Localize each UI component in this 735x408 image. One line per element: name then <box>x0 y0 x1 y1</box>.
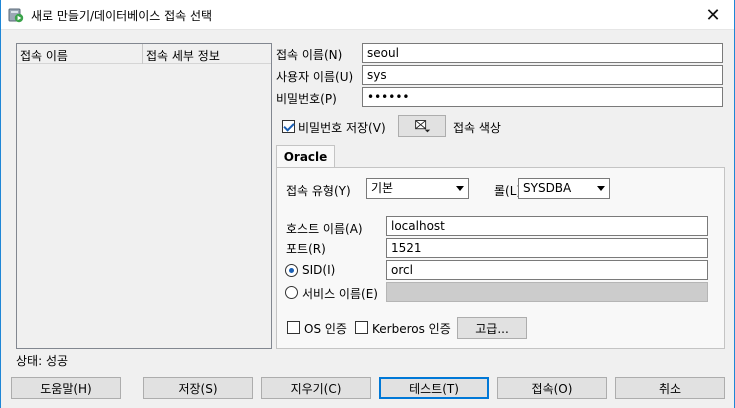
close-button[interactable]: ✕ <box>691 0 735 30</box>
username-input[interactable]: sys <box>362 65 723 85</box>
password-label: 비밀번호(P) <box>276 92 337 106</box>
sid-radio[interactable] <box>285 264 298 277</box>
username-label: 사용자 이름(U) <box>276 70 354 84</box>
port-label: 포트(R) <box>286 242 326 256</box>
connection-color-label: 접속 색상 <box>453 121 501 135</box>
connection-type-label: 접속 유형(Y) <box>286 184 351 198</box>
connection-type-select[interactable]: 기본 <box>366 178 469 199</box>
list-header: 접속 이름 접속 세부 정보 <box>17 44 271 64</box>
save-password-label: 비밀번호 저장(V) <box>298 121 386 135</box>
hostname-label: 호스트 이름(A) <box>286 222 363 236</box>
password-input[interactable]: •••••• <box>362 87 723 107</box>
clear-button[interactable]: 지우기(C) <box>261 377 371 399</box>
service-name-label: 서비스 이름(E) <box>302 287 378 301</box>
connection-type-value: 기본 <box>371 181 394 195</box>
connection-name-input[interactable]: seoul <box>362 43 723 63</box>
window-border-left <box>0 0 1 408</box>
chevron-down-icon <box>597 186 605 191</box>
test-button[interactable]: 테스트(T) <box>379 377 489 399</box>
save-password-checkbox[interactable] <box>282 120 295 133</box>
port-input[interactable]: 1521 <box>386 238 708 258</box>
connection-name-label: 접속 이름(N) <box>276 48 343 62</box>
advanced-button[interactable]: 고급... <box>457 317 527 339</box>
app-icon <box>8 8 24 23</box>
title-bar: 새로 만들기/데이터베이스 접속 선택 ✕ <box>0 0 735 30</box>
os-auth-checkbox[interactable] <box>287 321 300 334</box>
connection-color-button[interactable] <box>398 115 446 137</box>
kerberos-auth-label: Kerberos 인증 <box>372 322 451 336</box>
help-button[interactable]: 도움말(H) <box>11 377 121 399</box>
role-select[interactable]: SYSDBA <box>518 178 610 199</box>
cancel-button[interactable]: 취소 <box>615 377 725 399</box>
status-text: 상태: 성공 <box>16 354 69 368</box>
role-value: SYSDBA <box>523 181 572 195</box>
sid-input[interactable]: orcl <box>386 260 708 280</box>
service-name-radio[interactable] <box>285 286 298 299</box>
window-title: 새로 만들기/데이터베이스 접속 선택 <box>31 9 213 23</box>
hostname-input[interactable]: localhost <box>386 216 708 236</box>
column-separator[interactable] <box>142 44 143 64</box>
color-picker-icon <box>415 120 431 133</box>
tab-oracle[interactable]: Oracle <box>276 145 335 168</box>
kerberos-auth-checkbox[interactable] <box>355 321 368 334</box>
save-button[interactable]: 저장(S) <box>143 377 253 399</box>
connection-list[interactable]: 접속 이름 접속 세부 정보 <box>16 43 272 349</box>
connect-button[interactable]: 접속(O) <box>497 377 607 399</box>
sid-label: SID(I) <box>302 263 336 277</box>
column-header-name[interactable]: 접속 이름 <box>20 47 68 64</box>
close-icon: ✕ <box>705 4 721 26</box>
service-name-input[interactable] <box>386 282 708 302</box>
chevron-down-icon <box>456 186 464 191</box>
column-header-details[interactable]: 접속 세부 정보 <box>146 47 220 64</box>
os-auth-label: OS 인증 <box>304 322 347 336</box>
